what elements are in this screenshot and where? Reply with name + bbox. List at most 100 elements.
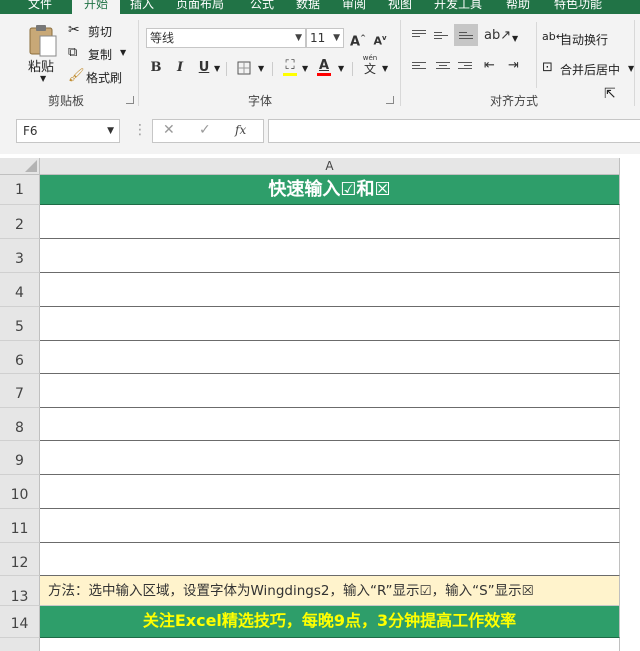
tab-formulas[interactable]: 公式	[250, 0, 274, 14]
chevron-down-icon[interactable]: ▼	[107, 120, 114, 142]
align-center-icon[interactable]	[436, 62, 450, 74]
sheet-cell[interactable]	[40, 638, 620, 651]
tab-home[interactable]: 开始	[72, 0, 120, 14]
orientation-dropdown-icon[interactable]: ▼	[512, 34, 518, 43]
font-color-button[interactable]: A	[314, 56, 334, 76]
fill-color-dropdown-icon[interactable]: ▼	[302, 64, 308, 73]
tab-special[interactable]: 特色功能	[554, 0, 602, 14]
sheet-cell[interactable]	[40, 441, 620, 475]
row-header[interactable]: 10	[0, 475, 40, 509]
align-right-icon[interactable]	[458, 62, 472, 74]
row-header[interactable]: 9	[0, 441, 40, 475]
italic-button[interactable]: I	[170, 58, 190, 78]
copy-dropdown-icon[interactable]: ▼	[120, 48, 126, 57]
sheet-cell[interactable]	[40, 475, 620, 509]
align-top-icon[interactable]	[412, 30, 426, 42]
method-note-cell[interactable]: 方法：选中输入区域，设置字体为Wingdings2，输入“R”显示☑，输入“S”…	[40, 576, 620, 606]
tab-file[interactable]: 文件	[28, 0, 52, 14]
borders-dropdown-icon[interactable]: ▼	[258, 64, 264, 73]
copy-button[interactable]: 复制	[88, 46, 112, 63]
borders-icon	[237, 61, 251, 75]
sheet-cell[interactable]	[40, 543, 620, 576]
ribbon-separator	[400, 20, 401, 106]
row-header[interactable]: 6	[0, 341, 40, 374]
tab-developer[interactable]: 开发工具	[434, 0, 482, 14]
align-middle-icon[interactable]	[434, 32, 448, 44]
wrap-text-button[interactable]: 自动换行	[560, 31, 608, 48]
tab-insert[interactable]: 插入	[130, 0, 154, 14]
format-painter-button[interactable]: 格式刷	[86, 69, 122, 86]
ribbon-tab-strip: 文件 开始 插入 页面布局 公式 数据 审阅 视图 开发工具 帮助 特色功能	[0, 0, 640, 14]
row-header[interactable]: 12	[0, 543, 40, 576]
sheet-cell[interactable]	[40, 408, 620, 441]
row-header[interactable]: 4	[0, 273, 40, 307]
cut-button[interactable]: 剪切	[88, 23, 112, 40]
font-name-combo[interactable]: 等线 ▼	[146, 28, 306, 48]
copy-icon: ⧉	[68, 45, 78, 60]
borders-button[interactable]	[234, 58, 254, 78]
row-header[interactable]: 14	[0, 606, 40, 638]
row-header[interactable]: 2	[0, 205, 40, 239]
row-header[interactable]: 7	[0, 374, 40, 408]
clipboard-launcher-icon[interactable]	[126, 96, 134, 104]
tab-data[interactable]: 数据	[296, 0, 320, 14]
paste-label[interactable]: 粘贴	[28, 56, 54, 75]
underline-button[interactable]: U	[194, 58, 214, 78]
phonetic-dropdown-icon[interactable]: ▼	[382, 64, 388, 73]
title-cell[interactable]: 快速输入☑和☒	[40, 175, 620, 205]
paste-button[interactable]	[26, 22, 58, 58]
row-header[interactable]: 3	[0, 239, 40, 273]
paste-dropdown-icon[interactable]: ▼	[40, 74, 46, 83]
merge-center-button[interactable]: 合并后居中	[560, 61, 620, 78]
sheet-cell[interactable]	[40, 341, 620, 374]
sheet-cell[interactable]	[40, 509, 620, 543]
grow-font-icon: A	[350, 34, 361, 50]
underline-dropdown-icon[interactable]: ▼	[214, 64, 220, 73]
tab-help[interactable]: 帮助	[506, 0, 530, 14]
select-all-icon	[25, 160, 37, 172]
enter-icon[interactable]: ✓	[199, 122, 211, 138]
select-all-corner[interactable]	[0, 158, 40, 175]
font-group-label: 字体	[248, 94, 273, 108]
align-bottom-button[interactable]	[454, 24, 478, 46]
tab-view[interactable]: 视图	[388, 0, 412, 14]
row-header	[0, 638, 40, 651]
sheet-cell[interactable]	[40, 307, 620, 341]
alignment-group-label: 对齐方式	[490, 94, 539, 108]
formula-buttons: ✕ ✓ fx	[152, 119, 264, 143]
row-header[interactable]: 5	[0, 307, 40, 341]
font-size-combo[interactable]: 11 ▼	[306, 28, 344, 48]
font-launcher-icon[interactable]	[386, 96, 394, 104]
formula-input[interactable]	[268, 119, 640, 143]
row-header[interactable]: 8	[0, 408, 40, 441]
insert-function-button[interactable]: fx	[235, 123, 246, 137]
font-color-icon: A	[318, 58, 330, 73]
footer-cell[interactable]: 关注Excel精选技巧，每晚9点，3分钟提高工作效率	[40, 606, 620, 638]
orientation-icon[interactable]: ab↗	[484, 28, 511, 43]
bold-button[interactable]: B	[146, 58, 166, 78]
paste-icon	[29, 25, 57, 57]
grow-font-button[interactable]: A^	[348, 28, 368, 50]
font-color-dropdown-icon[interactable]: ▼	[338, 64, 344, 73]
row-header[interactable]: 13	[0, 576, 40, 606]
decrease-indent-icon[interactable]: ⇤	[484, 58, 495, 73]
tab-page-layout[interactable]: 页面布局	[176, 0, 224, 14]
phonetic-button[interactable]: wén 文	[360, 54, 380, 78]
column-header-a[interactable]: A	[40, 158, 620, 175]
fill-color-button[interactable]: ⛶	[280, 56, 300, 76]
row-header[interactable]: 11	[0, 509, 40, 543]
row-header[interactable]: 1	[0, 175, 40, 205]
sheet-cell[interactable]	[40, 239, 620, 273]
fill-color-icon: ⛶	[285, 58, 295, 73]
font-name-value: 等线	[150, 31, 175, 45]
sheet-cell[interactable]	[40, 273, 620, 307]
align-left-icon[interactable]	[412, 62, 426, 74]
name-box[interactable]: F6 ▼	[16, 119, 120, 143]
phonetic-label: wén	[362, 54, 378, 62]
cancel-icon[interactable]: ✕	[163, 122, 175, 138]
tab-review[interactable]: 审阅	[342, 0, 366, 14]
shrink-font-button[interactable]: Av	[370, 28, 390, 48]
sheet-cell[interactable]	[40, 205, 620, 239]
sheet-cell[interactable]	[40, 374, 620, 408]
increase-indent-icon[interactable]: ⇥	[508, 58, 519, 73]
